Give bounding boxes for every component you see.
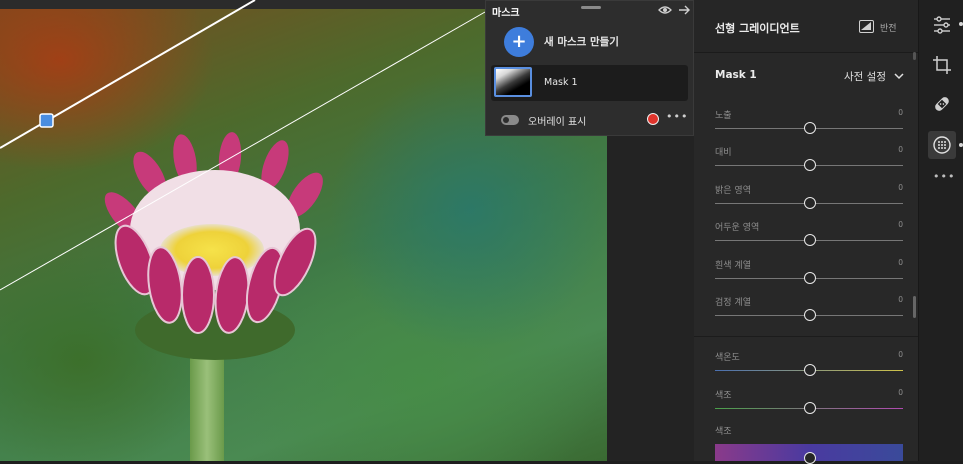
mask-thumbnail[interactable] <box>494 67 532 97</box>
more-options-icon[interactable]: ••• <box>666 110 688 123</box>
eye-icon[interactable] <box>658 3 672 17</box>
slider-thumb[interactable] <box>804 402 816 414</box>
scrollbar-top[interactable] <box>913 52 916 60</box>
slider-label: 밝은 영역 <box>715 186 751 196</box>
invert-icon[interactable] <box>859 20 874 33</box>
canvas-gutter <box>607 136 694 461</box>
exposure-slider[interactable]: 노출 0 <box>715 108 903 138</box>
heal-bandage-icon[interactable] <box>931 93 953 115</box>
overlay-color-swatch[interactable] <box>647 113 659 125</box>
drag-handle[interactable] <box>581 6 601 9</box>
whites-slider[interactable]: 흰색 계열 0 <box>715 258 903 288</box>
panel-header: 선형 그레이디언트 반전 <box>694 0 918 53</box>
slider-value: 0 <box>898 145 903 154</box>
slider-label: 색온도 <box>715 353 740 363</box>
slider-thumb[interactable] <box>804 159 816 171</box>
slider-thumb[interactable] <box>804 197 816 209</box>
mask-item-label[interactable]: Mask 1 <box>544 77 578 88</box>
slider-thumb[interactable] <box>804 309 816 321</box>
preset-dropdown[interactable]: 사전 설정 <box>844 69 886 84</box>
edit-panel: 선형 그레이디언트 반전 Mask 1 사전 설정 노출 0 대비 0 밝은 영… <box>694 0 918 464</box>
mask-panel: 마스크 + 새 마스크 만들기 Mask 1 오버레이 표시 ••• <box>485 0 694 136</box>
crop-icon[interactable] <box>931 54 953 76</box>
slider-thumb[interactable] <box>804 272 816 284</box>
shadows-slider[interactable]: 어두운 영역 0 <box>715 220 903 250</box>
panel-title: 선형 그레이디언트 <box>715 22 800 35</box>
edit-sliders-icon[interactable] <box>931 14 953 36</box>
blacks-slider[interactable]: 검정 계열 0 <box>715 295 903 325</box>
slider-label: 검정 계열 <box>715 298 751 308</box>
slider-value: 0 <box>898 350 903 359</box>
invert-label[interactable]: 반전 <box>880 21 897 34</box>
slider-value: 0 <box>898 388 903 397</box>
slider-label: 대비 <box>715 148 732 158</box>
plus-icon[interactable]: + <box>504 27 534 57</box>
indicator-dot <box>959 143 963 147</box>
slider-value: 0 <box>898 220 903 229</box>
mask-panel-title: 마스크 <box>492 8 520 19</box>
slider-thumb[interactable] <box>804 234 816 246</box>
contrast-slider[interactable]: 대비 0 <box>715 145 903 175</box>
new-mask-label[interactable]: 새 마스크 만들기 <box>544 34 619 49</box>
masking-icon[interactable] <box>931 134 953 156</box>
mask-list-item[interactable]: Mask 1 <box>491 65 688 101</box>
hue-label: 색조 <box>715 427 732 437</box>
slider-value: 0 <box>898 295 903 304</box>
chevron-down-icon[interactable] <box>894 72 904 80</box>
slider-label: 어두운 영역 <box>715 223 760 233</box>
hue-slider-thumb[interactable] <box>804 452 816 464</box>
highlights-slider[interactable]: 밝은 영역 0 <box>715 183 903 213</box>
slider-thumb[interactable] <box>804 122 816 134</box>
slider-value: 0 <box>898 183 903 192</box>
slider-value: 0 <box>898 258 903 267</box>
new-mask-button[interactable]: + 새 마스크 만들기 <box>504 27 684 57</box>
scrollbar[interactable] <box>913 296 916 318</box>
slider-label: 흰색 계열 <box>715 261 751 271</box>
section-divider <box>694 336 918 337</box>
overlay-label: 오버레이 표시 <box>528 117 587 128</box>
tool-rail: ••• <box>918 0 963 461</box>
overlay-toggle[interactable] <box>501 115 519 125</box>
mask-section-header: Mask 1 사전 설정 <box>694 52 918 98</box>
mask-name: Mask 1 <box>715 69 757 81</box>
slider-label: 노출 <box>715 111 732 121</box>
tint-slider[interactable]: 색조 0 <box>715 388 903 418</box>
temperature-slider[interactable]: 색온도 0 <box>715 350 903 380</box>
slider-value: 0 <box>898 108 903 117</box>
more-tools-icon[interactable]: ••• <box>933 170 955 183</box>
arrow-right-icon[interactable] <box>677 3 691 17</box>
indicator-dot <box>959 22 963 26</box>
slider-label: 색조 <box>715 391 732 401</box>
slider-thumb[interactable] <box>804 364 816 376</box>
